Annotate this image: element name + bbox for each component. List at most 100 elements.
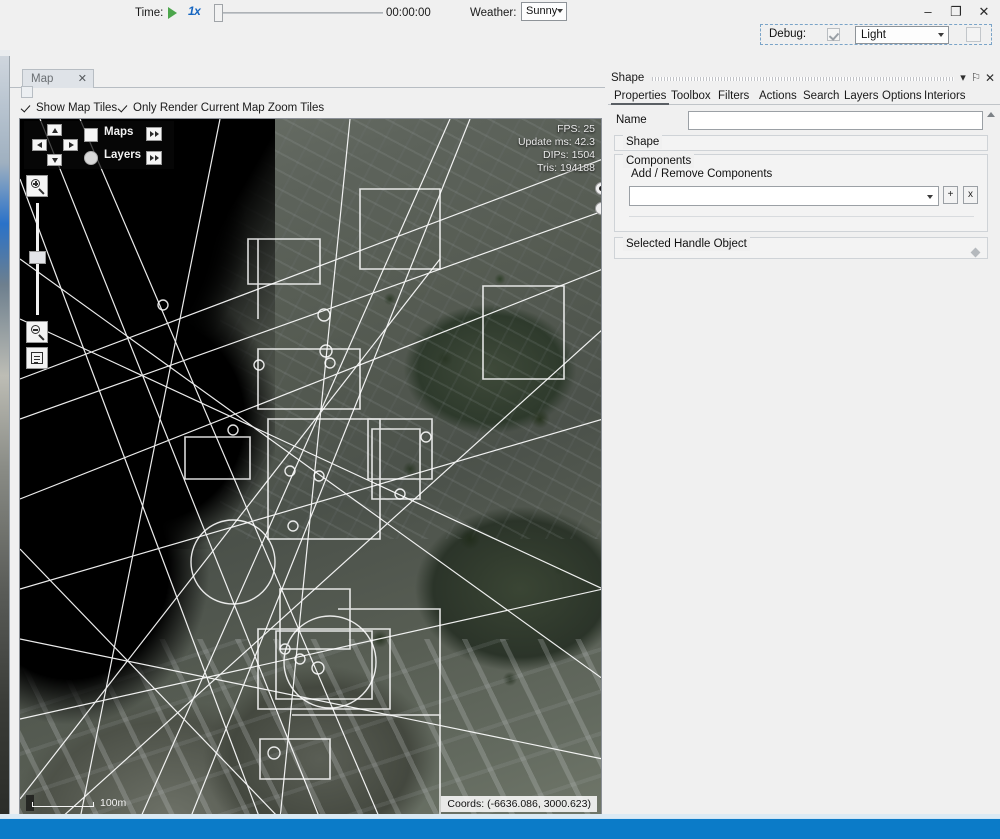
- theme-select-value: Light: [861, 29, 886, 41]
- zoom-in-icon[interactable]: [26, 175, 48, 197]
- os-taskbar[interactable]: [0, 818, 1000, 839]
- debug-extra-box[interactable]: [966, 27, 981, 42]
- components-group-title: Components: [623, 154, 695, 168]
- properties-panel: Shape ▾ ⚐ ✕ Properties Toolbox Filters A…: [608, 70, 1000, 818]
- debug-toolbar: Debug: Light: [760, 24, 992, 45]
- app-root: Time: 1x 00:00:00 Weather: Sunny – ❐ ✕ D…: [0, 0, 1000, 839]
- tab-map-label: Map: [31, 73, 54, 85]
- add-component-button[interactable]: +: [943, 186, 958, 204]
- properties-tab-bar: Properties Toolbox Filters Actions Searc…: [608, 88, 1000, 105]
- map-panel: Map ✕ Show Map Tiles Only Render Current…: [10, 56, 605, 818]
- time-slider[interactable]: [208, 3, 383, 23]
- components-group: Components Add / Remove Components + x: [614, 154, 988, 232]
- close-button[interactable]: ✕: [970, 0, 998, 24]
- chevron-down-icon: [938, 33, 944, 37]
- map-scale-bar: 100m: [26, 795, 126, 811]
- tab-filters[interactable]: Filters: [715, 88, 752, 105]
- pan-left-icon[interactable]: [32, 139, 47, 151]
- close-icon: ✕: [978, 4, 990, 19]
- name-label: Name: [616, 114, 647, 126]
- theme-select[interactable]: Light: [855, 26, 949, 44]
- chevron-down-icon[interactable]: ▾: [956, 71, 970, 86]
- shape-group-title: Shape: [623, 135, 663, 149]
- zoom-slider[interactable]: [29, 203, 46, 315]
- panel-drag-handle[interactable]: [652, 77, 954, 81]
- map-tab-bar: Map ✕: [10, 69, 605, 88]
- debug-label: Debug:: [769, 28, 807, 40]
- tab-properties[interactable]: Properties: [611, 88, 670, 105]
- weather-label: Weather:: [470, 7, 517, 19]
- chevron-down-icon: [927, 195, 933, 199]
- background-window-edge: [0, 56, 10, 818]
- map-corner-box[interactable]: [21, 86, 33, 98]
- weather-select-value: Sunny: [526, 5, 558, 17]
- map-nav-box: Maps Layers: [24, 121, 174, 169]
- stat-dips: DIPs: 1504: [543, 149, 595, 161]
- playback-speed-button[interactable]: 1x: [188, 4, 201, 21]
- maps-expand-icon[interactable]: [146, 127, 162, 141]
- layers-label[interactable]: Layers: [104, 149, 141, 161]
- pin-icon[interactable]: ⚐: [969, 71, 983, 86]
- map-zoom-controls: [26, 175, 54, 390]
- check-icon: [22, 103, 32, 113]
- handle-marker-icon[interactable]: [970, 247, 981, 258]
- pan-right-icon[interactable]: [63, 139, 78, 151]
- map-pan-pad: [32, 124, 78, 166]
- component-select[interactable]: [629, 186, 939, 206]
- radio-default-view[interactable]: [595, 182, 601, 195]
- stat-update-ms: Update ms: 42.3: [517, 136, 595, 148]
- tab-layers[interactable]: Layers: [841, 88, 882, 105]
- time-slider-track: [218, 12, 383, 14]
- pan-up-icon[interactable]: [47, 124, 62, 136]
- properties-panel-header: Shape ▾ ⚐ ✕: [608, 70, 1000, 87]
- tab-map-close-icon[interactable]: ✕: [78, 70, 87, 88]
- chevron-down-icon: [557, 9, 563, 13]
- tab-interiors[interactable]: Interiors: [921, 88, 969, 105]
- minimize-icon: –: [924, 4, 932, 19]
- time-slider-thumb[interactable]: [214, 4, 223, 22]
- debug-checkbox[interactable]: [827, 28, 840, 41]
- minimize-button[interactable]: –: [914, 0, 942, 24]
- components-divider: [629, 216, 974, 217]
- tab-options[interactable]: Options: [879, 88, 925, 105]
- pan-down-icon[interactable]: [47, 154, 62, 166]
- tab-actions[interactable]: Actions: [756, 88, 800, 105]
- top-toolbar: Time: 1x 00:00:00 Weather: Sunny – ❐ ✕ D…: [0, 0, 1000, 50]
- time-value: 00:00:00: [386, 7, 431, 19]
- zoom-out-icon[interactable]: [26, 321, 48, 343]
- scale-bar-line: [32, 802, 94, 807]
- map-wireframe-overlay: [20, 119, 601, 817]
- weather-select[interactable]: Sunny: [521, 2, 567, 21]
- fit-extent-icon[interactable]: [26, 347, 48, 369]
- maximize-icon: ❐: [950, 4, 962, 19]
- map-stats-overlay: FPS: 25 Update ms: 42.3 DIPs: 1504 Tris:…: [518, 123, 595, 175]
- play-icon[interactable]: [166, 6, 180, 20]
- maps-icon[interactable]: [84, 128, 98, 142]
- remove-component-button[interactable]: x: [963, 186, 978, 204]
- tab-search[interactable]: Search: [800, 88, 842, 105]
- name-row: Name: [612, 111, 992, 131]
- add-remove-components-label: Add / Remove Components: [631, 168, 773, 180]
- selected-handle-object-group: Selected Handle Object: [614, 237, 988, 259]
- selected-handle-object-title: Selected Handle Object: [623, 237, 750, 251]
- show-map-tiles-label: Show Map Tiles: [36, 102, 118, 114]
- name-input[interactable]: [688, 111, 983, 130]
- time-label: Time:: [135, 7, 164, 19]
- scale-bar-label: 100m: [100, 797, 127, 809]
- shape-group: Shape: [614, 135, 988, 151]
- stat-tris: Tris: 194188: [537, 162, 595, 174]
- check-icon: [119, 103, 129, 113]
- close-icon[interactable]: ✕: [983, 71, 997, 86]
- properties-panel-title: Shape: [611, 72, 645, 84]
- layers-icon[interactable]: [84, 151, 98, 165]
- properties-panel-body: Name Shape Components Add / Remove Compo…: [608, 106, 1000, 818]
- map-viewport[interactable]: Maps Layers FPS: 25 Update ms: 42.3 DIPs…: [19, 118, 602, 818]
- map-options-bar: Show Map Tiles Only Render Current Map Z…: [22, 100, 602, 118]
- maximize-button[interactable]: ❐: [942, 0, 970, 24]
- radio-entity-select-view[interactable]: [595, 202, 601, 215]
- layers-expand-icon[interactable]: [146, 151, 162, 165]
- zoom-slider-thumb[interactable]: [29, 251, 46, 264]
- map-coords-readout: Coords: (-6636.086, 3000.623): [441, 796, 597, 812]
- maps-label[interactable]: Maps: [104, 126, 133, 138]
- tab-toolbox[interactable]: Toolbox: [668, 88, 714, 105]
